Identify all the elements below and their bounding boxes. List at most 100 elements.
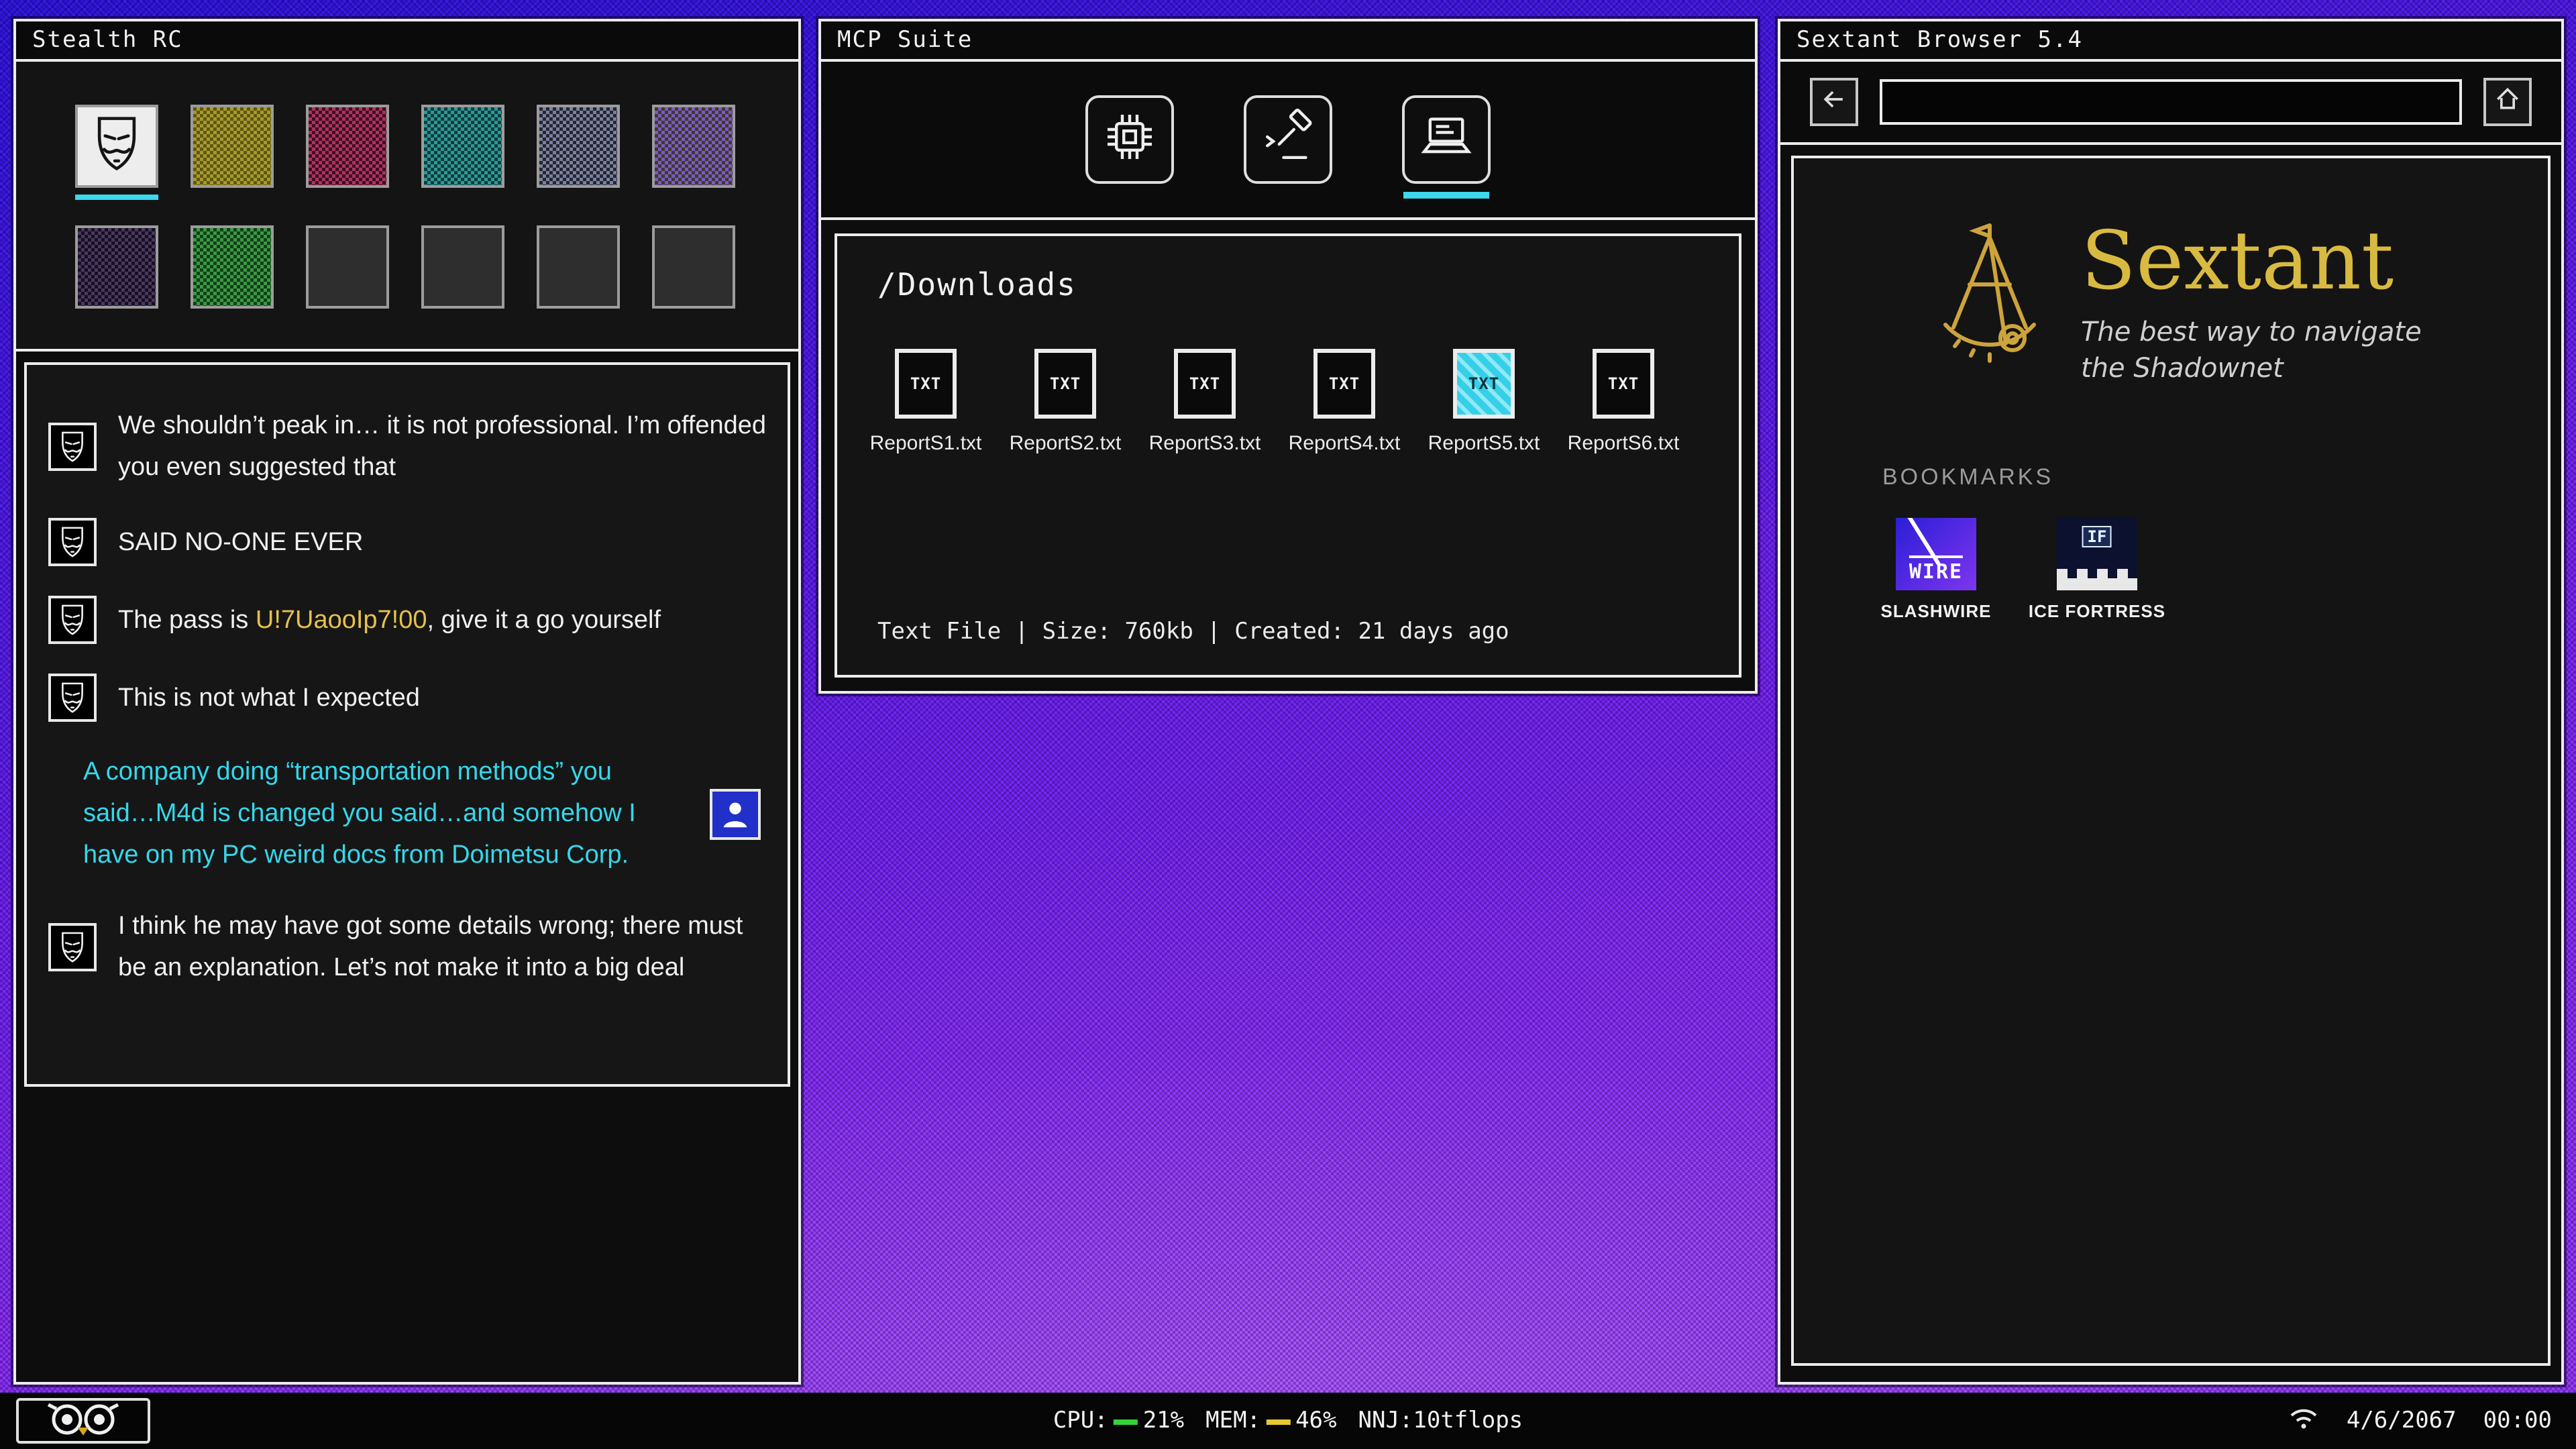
message-text: This is not what I expected xyxy=(118,677,420,718)
message-text: A company doing “transportation methods”… xyxy=(83,751,688,876)
chat-message-sent: A company doing “transportation methods”… xyxy=(48,751,766,876)
password-text: U!7UaooIp7!00 xyxy=(256,606,427,634)
contact-thumbnail[interactable] xyxy=(537,105,620,188)
file-item[interactable]: TXT ReportS1.txt xyxy=(856,349,996,455)
laptop-icon xyxy=(1417,107,1476,172)
bookmark-label: ICE FORTRESS xyxy=(2029,601,2165,621)
file-browser-panel: /Downloads TXT ReportS1.txt TXT ReportS2… xyxy=(835,233,1741,678)
chat-message: SAID NO-ONE EVER xyxy=(48,518,766,566)
contact-slot-empty xyxy=(306,225,389,309)
contact-slot-empty xyxy=(652,225,735,309)
txt-file-icon: TXT xyxy=(1174,349,1236,419)
back-button[interactable] xyxy=(1810,78,1858,126)
anonymous-mask-avatar-icon xyxy=(48,596,97,644)
anonymous-mask-icon xyxy=(86,113,148,180)
file-item[interactable]: TXT ReportS2.txt xyxy=(996,349,1135,455)
owl-logo-icon xyxy=(31,1398,136,1444)
user-avatar-icon xyxy=(710,788,761,839)
chat-message: I think he may have got some details wro… xyxy=(48,906,766,989)
sextant-logo-icon xyxy=(1928,220,2051,376)
browser-tagline: The best way to navigate the Shadownet xyxy=(2081,314,2450,386)
file-item-selected[interactable]: TXT ReportS5.txt xyxy=(1414,349,1554,455)
chat-message-list: We shouldn’t peak in… it is not professi… xyxy=(24,362,790,1087)
contact-thumbnail[interactable] xyxy=(191,105,274,188)
mem-value: 46% xyxy=(1295,1407,1336,1434)
file-status-bar: Text File | Size: 760kb | Created: 21 da… xyxy=(837,619,1739,675)
nnj-stat: NNJ:10tflops xyxy=(1358,1407,1523,1434)
txt-file-icon: TXT xyxy=(895,349,957,419)
chat-window-titlebar[interactable]: Stealth RC xyxy=(16,21,798,62)
laptop-tool-button[interactable] xyxy=(1402,95,1491,184)
browser-logo-text: Sextant xyxy=(2081,220,2450,303)
current-path: /Downloads xyxy=(837,236,1739,303)
browser-navbar xyxy=(1780,62,2561,145)
mcp-window-titlebar[interactable]: MCP Suite xyxy=(821,21,1755,62)
contact-grid xyxy=(16,62,798,352)
anonymous-mask-avatar-icon xyxy=(48,423,97,471)
back-arrow-icon xyxy=(1819,85,1849,119)
message-text: I think he may have got some details wro… xyxy=(118,906,766,989)
contact-thumbnail[interactable] xyxy=(652,105,735,188)
file-list: TXT ReportS1.txt TXT ReportS2.txt TXT Re… xyxy=(837,303,1739,455)
message-text: We shouldn’t peak in… it is not professi… xyxy=(118,405,766,488)
chip-tool-button[interactable] xyxy=(1085,95,1174,184)
file-name: ReportS2.txt xyxy=(1010,432,1122,455)
message-text: The pass is U!7UaooIp7!00, give it a go … xyxy=(118,599,661,641)
mcp-window-title: MCP Suite xyxy=(837,27,973,54)
browser-window: Sextant Browser 5.4 xyxy=(1778,19,2564,1385)
chat-message: The pass is U!7UaooIp7!00, give it a go … xyxy=(48,596,766,644)
anonymous-mask-avatar-icon xyxy=(48,674,97,722)
contact-thumbnail[interactable] xyxy=(421,105,504,188)
message-text: SAID NO-ONE EVER xyxy=(118,521,363,563)
mem-meter-icon xyxy=(1266,1419,1290,1425)
mem-label: MEM: xyxy=(1205,1407,1260,1434)
anonymous-mask-avatar-icon xyxy=(48,518,97,566)
cpu-meter-icon xyxy=(1114,1419,1138,1425)
desktop: Stealth RC xyxy=(0,0,2576,1449)
contact-thumbnail[interactable] xyxy=(306,105,389,188)
mcp-window: MCP Suite /Downloads xyxy=(818,19,1758,694)
gavel-icon xyxy=(1258,107,1318,172)
mcp-toolbar xyxy=(821,62,1755,220)
home-button[interactable] xyxy=(2483,78,2532,126)
chat-message: We shouldn’t peak in… it is not professi… xyxy=(48,405,766,488)
file-item[interactable]: TXT ReportS3.txt xyxy=(1135,349,1275,455)
txt-file-icon: TXT xyxy=(1313,349,1375,419)
home-icon xyxy=(2493,85,2522,119)
system-stats: CPU: 21% MEM: 46% NNJ:10tflops xyxy=(1053,1407,1523,1434)
browser-window-titlebar[interactable]: Sextant Browser 5.4 xyxy=(1780,21,2561,62)
sextant-brand: Sextant The best way to navigate the Sha… xyxy=(1794,158,2548,386)
browser-window-title: Sextant Browser 5.4 xyxy=(1796,27,2083,54)
file-name: ReportS6.txt xyxy=(1568,432,1680,455)
txt-file-icon: TXT xyxy=(1034,349,1096,419)
chip-icon xyxy=(1100,107,1159,172)
chat-window-title: Stealth RC xyxy=(32,27,183,54)
bookmark-ice-fortress[interactable]: IF ICE FORTRESS xyxy=(2017,518,2178,621)
gavel-tool-button[interactable] xyxy=(1244,95,1332,184)
cpu-label: CPU: xyxy=(1053,1407,1108,1434)
file-name: ReportS3.txt xyxy=(1149,432,1261,455)
file-name: ReportS5.txt xyxy=(1428,432,1540,455)
bookmarks-heading: BOOKMARKS xyxy=(1882,464,2548,491)
file-name: ReportS1.txt xyxy=(870,432,982,455)
cpu-value: 21% xyxy=(1143,1407,1184,1434)
bookmark-slashwire[interactable]: WIRE SLASHWIRE xyxy=(1856,518,2017,621)
contact-thumbnail[interactable] xyxy=(191,225,274,309)
browser-content: Sextant The best way to navigate the Sha… xyxy=(1791,156,2551,1366)
file-item[interactable]: TXT ReportS4.txt xyxy=(1275,349,1414,455)
wifi-icon xyxy=(2288,1405,2320,1436)
taskbar-date: 4/6/2067 xyxy=(2347,1407,2457,1434)
contact-thumbnail[interactable] xyxy=(75,225,158,309)
brand-text: Sextant The best way to navigate the Sha… xyxy=(2081,220,2450,386)
file-name: ReportS4.txt xyxy=(1289,432,1401,455)
file-item[interactable]: TXT ReportS6.txt xyxy=(1554,349,1693,455)
contact-slot-empty xyxy=(421,225,504,309)
chat-message: This is not what I expected xyxy=(48,674,766,722)
contact-slot-empty xyxy=(537,225,620,309)
contact-thumbnail-mask[interactable] xyxy=(75,105,158,188)
owl-launcher-button[interactable] xyxy=(16,1398,150,1444)
ice-fortress-site-icon: IF xyxy=(2057,518,2137,590)
bookmark-label: SLASHWIRE xyxy=(1881,601,1992,621)
url-input[interactable] xyxy=(1880,79,2462,125)
txt-file-icon: TXT xyxy=(1593,349,1654,419)
